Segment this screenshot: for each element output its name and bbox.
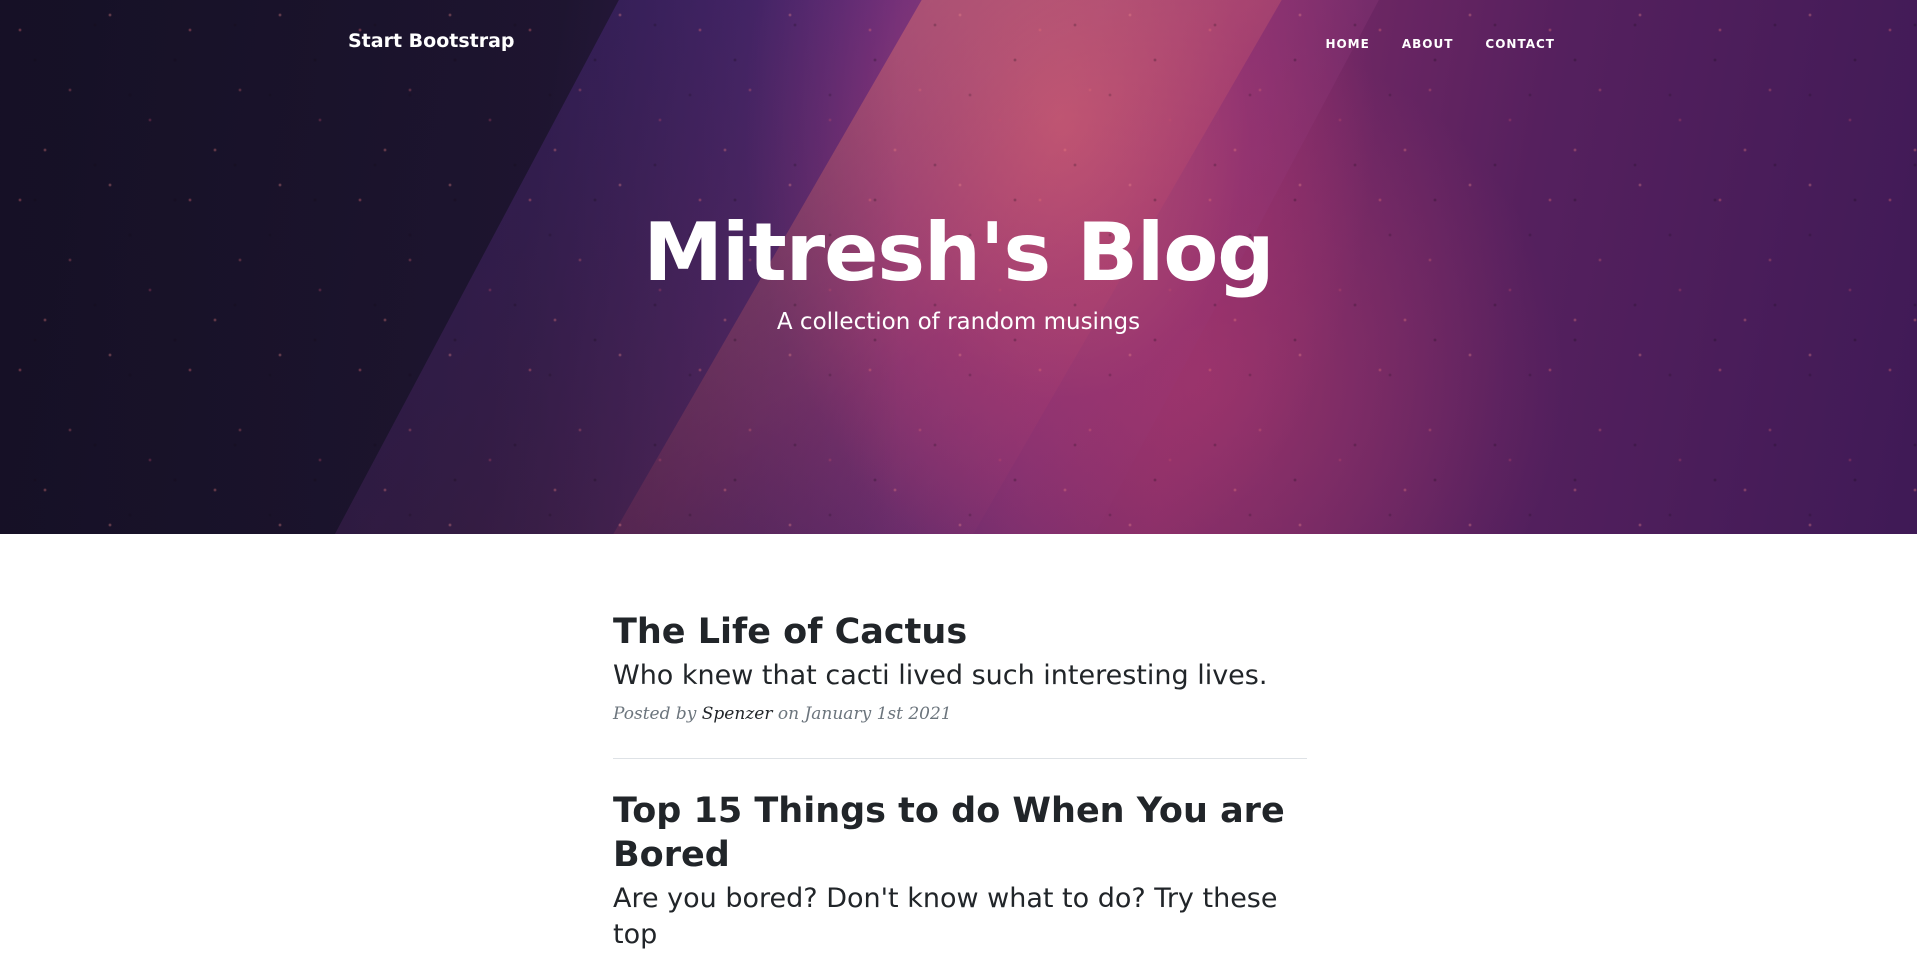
nav-link-contact[interactable]: CONTACT (1485, 37, 1555, 51)
post-divider (613, 758, 1307, 759)
nav-link-about[interactable]: ABOUT (1402, 37, 1454, 51)
post-preview: Top 15 Things to do When You are Bored A… (613, 789, 1307, 953)
main-nav: Start Bootstrap HOME ABOUT CONTACT (0, 0, 1917, 86)
nav-item-about: ABOUT (1402, 35, 1454, 53)
post-link[interactable]: Top 15 Things to do When You are Bored A… (613, 789, 1307, 953)
nav-item-contact: CONTACT (1485, 35, 1555, 53)
site-title: Mitresh's Blog (643, 206, 1274, 299)
site-subtitle: A collection of random musings (776, 309, 1141, 335)
nav-links: HOME ABOUT CONTACT (1325, 35, 1555, 53)
nav-link-home[interactable]: HOME (1325, 37, 1369, 51)
post-author-link[interactable]: Spenzer (702, 704, 773, 724)
post-title: Top 15 Things to do When You are Bored (613, 791, 1285, 875)
post-title: The Life of Cactus (613, 612, 968, 652)
nav-item-home: HOME (1325, 35, 1369, 53)
post-link[interactable]: The Life of Cactus Who knew that cacti l… (613, 610, 1307, 694)
post-list: The Life of Cactus Who knew that cacti l… (613, 610, 1307, 953)
post-meta-prefix: Posted by (613, 704, 697, 724)
post-meta: Posted by Spenzer on January 1st 2021 (613, 704, 1307, 724)
brand-link[interactable]: Start Bootstrap (348, 30, 515, 52)
masthead: Start Bootstrap HOME ABOUT CONTACT Mitre… (0, 0, 1917, 534)
site-heading: Mitresh's Blog A collection of random mu… (0, 205, 1917, 337)
post-subtitle: Who knew that cacti lived such interesti… (613, 660, 1268, 691)
post-preview: The Life of Cactus Who knew that cacti l… (613, 610, 1307, 724)
post-meta-date: on January 1st 2021 (777, 704, 952, 724)
post-subtitle: Are you bored? Don't know what to do? Tr… (613, 883, 1278, 950)
